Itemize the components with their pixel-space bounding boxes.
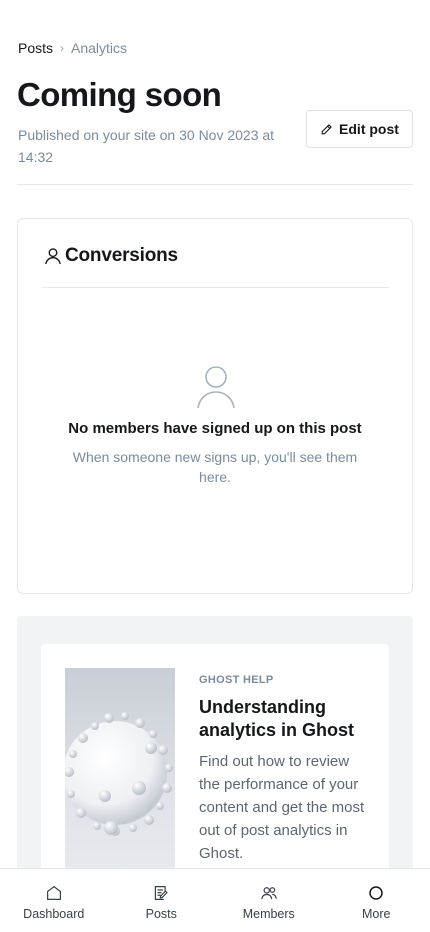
tab-posts-label: Posts (145, 907, 177, 921)
help-label: GHOST HELP (199, 674, 274, 686)
empty-state-title: No members have signed up on this post (68, 420, 362, 437)
posts-icon (155, 886, 168, 900)
home-icon (46, 886, 61, 900)
tab-members-label: Members (242, 907, 295, 921)
user-icon (45, 248, 61, 265)
members-icon (261, 887, 277, 900)
help-description: Find out how to review the performance o… (199, 753, 365, 862)
help-illustration (65, 668, 175, 878)
breadcrumb: Posts › Analytics (18, 40, 127, 56)
empty-state-subtitle: When someone new signs up, you'll see th… (72, 449, 358, 485)
bottom-tab-bar: Dashboard Posts Members More (0, 868, 430, 932)
tab-posts[interactable]: Posts (108, 869, 216, 932)
tab-members[interactable]: Members (215, 869, 323, 932)
tab-dashboard-label: Dashboard (23, 907, 85, 921)
sphere-illustration (65, 712, 173, 836)
help-title[interactable]: Understanding analytics in Ghost (199, 696, 379, 742)
circle-icon (369, 886, 383, 900)
conversions-card: Conversions No members have signed up on… (17, 218, 413, 594)
tab-more[interactable]: More (323, 869, 430, 932)
tab-more-label: More (362, 907, 391, 921)
breadcrumb-current: Analytics (71, 40, 128, 56)
tab-dashboard[interactable]: Dashboard (0, 869, 108, 932)
empty-member-icon (197, 366, 235, 409)
breadcrumb-separator: › (60, 41, 65, 55)
edit-post-button[interactable]: Edit post (306, 110, 413, 148)
pencil-icon (321, 123, 332, 134)
published-info: Published on your site on 30 Nov 2023 at… (18, 127, 275, 165)
breadcrumb-posts-link[interactable]: Posts (18, 40, 53, 56)
header-divider (17, 184, 413, 185)
conversions-title: Conversions (65, 245, 178, 266)
conversions-divider (42, 287, 389, 288)
conversions-header: Conversions (43, 245, 178, 267)
edit-post-label: Edit post (339, 121, 399, 137)
page-title: Coming soon (17, 76, 222, 113)
